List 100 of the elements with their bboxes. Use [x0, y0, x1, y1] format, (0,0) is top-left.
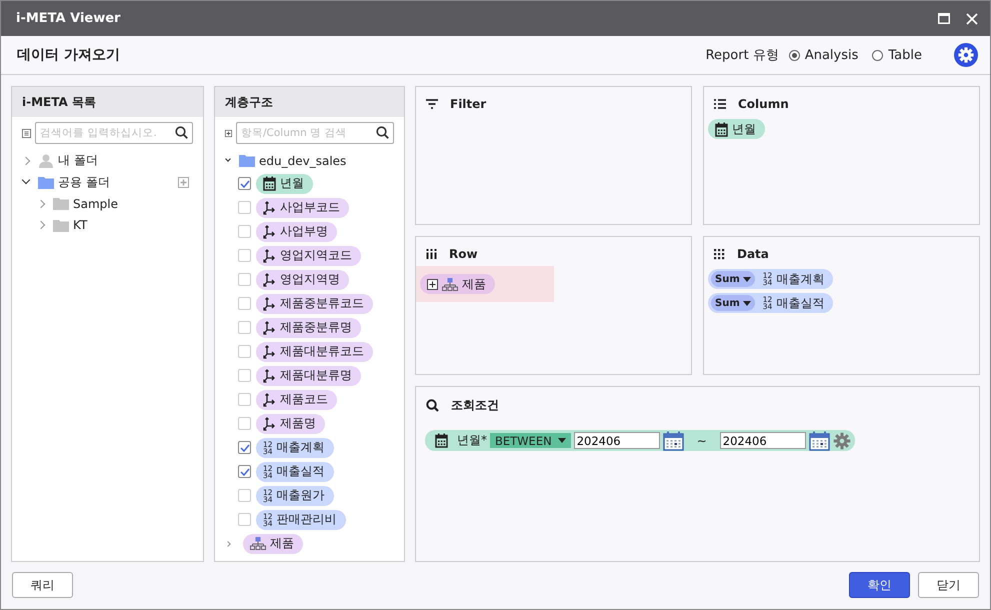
- calendar-icon: [435, 433, 448, 448]
- field-chip[interactable]: 영업지역명: [256, 270, 349, 290]
- field-label: 사업부명: [280, 223, 328, 240]
- window-title: i-META Viewer: [16, 11, 120, 26]
- field-label: 사업부코드: [280, 199, 340, 216]
- field-chip[interactable]: 제품중분류코드: [256, 294, 373, 314]
- field-chip[interactable]: 사업부명: [256, 222, 337, 242]
- branch-arrows-icon: [263, 344, 276, 358]
- condition-label: 년월*: [457, 432, 487, 449]
- tree-item[interactable]: Sample: [22, 193, 203, 214]
- search-icon[interactable]: [376, 126, 389, 139]
- maximize-icon[interactable]: [938, 13, 950, 24]
- field-label: 매출계획: [776, 270, 824, 288]
- checkbox[interactable]: [238, 441, 251, 454]
- field-label: 제품대분류코드: [280, 343, 364, 360]
- checkbox[interactable]: [238, 225, 251, 238]
- user-icon: [38, 154, 54, 168]
- checkbox[interactable]: [238, 273, 251, 286]
- branch-arrows-icon: [263, 416, 276, 430]
- branch-arrows-icon: [263, 320, 276, 334]
- tree-item[interactable]: 내 폴더: [22, 150, 203, 172]
- zone-title: 조회조건: [451, 397, 499, 414]
- filter-icon: [426, 99, 438, 109]
- branch-arrows-icon: [263, 392, 276, 406]
- search-field[interactable]: 검색어를 입력하십시오.: [35, 122, 193, 144]
- operator-dropdown[interactable]: BETWEEN: [490, 433, 571, 448]
- panel-title: i-META 목록: [22, 94, 96, 110]
- field-label: 제품: [462, 276, 486, 292]
- list-icon: [714, 99, 726, 109]
- field-chip[interactable]: 제품: [420, 274, 495, 294]
- field-label: 매출계획: [276, 439, 325, 456]
- checkbox[interactable]: [238, 465, 251, 478]
- branch-arrows-icon: [263, 224, 276, 238]
- report-type-radio[interactable]: Analysis: [788, 48, 858, 62]
- branch-arrows-icon: [263, 200, 276, 214]
- expand-icon[interactable]: [427, 278, 438, 290]
- calendar-icon: [715, 122, 728, 136]
- field-chip[interactable]: 제품명: [256, 414, 325, 434]
- checkbox[interactable]: [238, 513, 251, 526]
- zone-title: Filter: [450, 97, 486, 111]
- checkbox[interactable]: [238, 393, 251, 406]
- to-input[interactable]: 202406: [720, 432, 806, 449]
- checkbox[interactable]: [238, 321, 251, 334]
- field-label: 영업지역코드: [280, 247, 352, 264]
- field-chip[interactable]: 년월: [708, 119, 765, 139]
- field-chip[interactable]: 영업지역코드: [256, 246, 361, 266]
- zone-title: Data: [737, 247, 769, 261]
- folder-icon: [53, 218, 69, 232]
- field-chip[interactable]: 사업부코드: [256, 198, 349, 218]
- checkbox[interactable]: [238, 417, 251, 430]
- folder-icon: [53, 197, 69, 210]
- confirm-button[interactable]: 확인: [849, 572, 910, 598]
- checkbox[interactable]: [238, 177, 251, 190]
- field-label: 제품코드: [280, 391, 328, 408]
- field-label: 판매관리비: [276, 511, 337, 528]
- zone-title: Column: [738, 97, 789, 111]
- expand-all-icon[interactable]: [225, 128, 232, 138]
- branch-arrows-icon: [263, 296, 276, 310]
- checkbox[interactable]: [238, 201, 251, 214]
- search-field[interactable]: 항목/Column 명 검색: [236, 122, 394, 144]
- aggregate-dropdown[interactable]: Sum: [711, 295, 755, 311]
- field-label: 매출원가: [276, 487, 325, 504]
- query-button[interactable]: 쿼리: [12, 572, 73, 598]
- close-icon[interactable]: [966, 12, 978, 24]
- checkbox[interactable]: [238, 369, 251, 382]
- field-chip[interactable]: 제품: [243, 534, 303, 554]
- from-input[interactable]: 202406: [574, 432, 660, 449]
- field-label: 년월: [732, 120, 756, 138]
- folder-icon: [38, 176, 54, 189]
- checkbox[interactable]: [238, 345, 251, 358]
- field-chip[interactable]: 제품대분류코드: [256, 342, 373, 362]
- field-chip[interactable]: 제품중분류명: [256, 318, 361, 338]
- field-chip[interactable]: 제품코드: [256, 390, 337, 410]
- zone-title: Row: [449, 247, 478, 261]
- field-label: 제품대분류명: [280, 367, 352, 384]
- settings-icon[interactable]: [832, 432, 851, 450]
- field-chip[interactable]: 년월: [256, 174, 313, 194]
- collapse-all-icon[interactable]: [22, 128, 31, 138]
- field-label: 영업지역명: [280, 271, 340, 288]
- aggregate-dropdown[interactable]: Sum: [711, 271, 755, 287]
- grid-dots-icon: [714, 248, 725, 260]
- add-icon[interactable]: [178, 176, 189, 188]
- close-button[interactable]: 닫기: [918, 572, 979, 598]
- tree-item[interactable]: edu_dev_sales: [225, 150, 404, 172]
- columns-icon: [426, 249, 437, 259]
- checkbox[interactable]: [238, 249, 251, 262]
- field-label: 제품명: [280, 415, 316, 432]
- panel-title: 계층구조: [225, 94, 273, 110]
- checkbox[interactable]: [238, 489, 251, 502]
- settings-icon[interactable]: [954, 43, 978, 67]
- tree-item[interactable]: 공용 폴더: [22, 172, 203, 193]
- search-icon[interactable]: [175, 126, 188, 139]
- calendar-icon[interactable]: [662, 430, 684, 450]
- calendar-icon[interactable]: [808, 430, 830, 450]
- tree-item[interactable]: KT: [22, 214, 203, 236]
- report-type-radio[interactable]: Table: [872, 48, 922, 62]
- checkbox[interactable]: [238, 297, 251, 310]
- field-chip[interactable]: 제품대분류명: [256, 366, 361, 386]
- calendar-icon: [263, 176, 276, 191]
- hierarchy-icon: [442, 278, 458, 290]
